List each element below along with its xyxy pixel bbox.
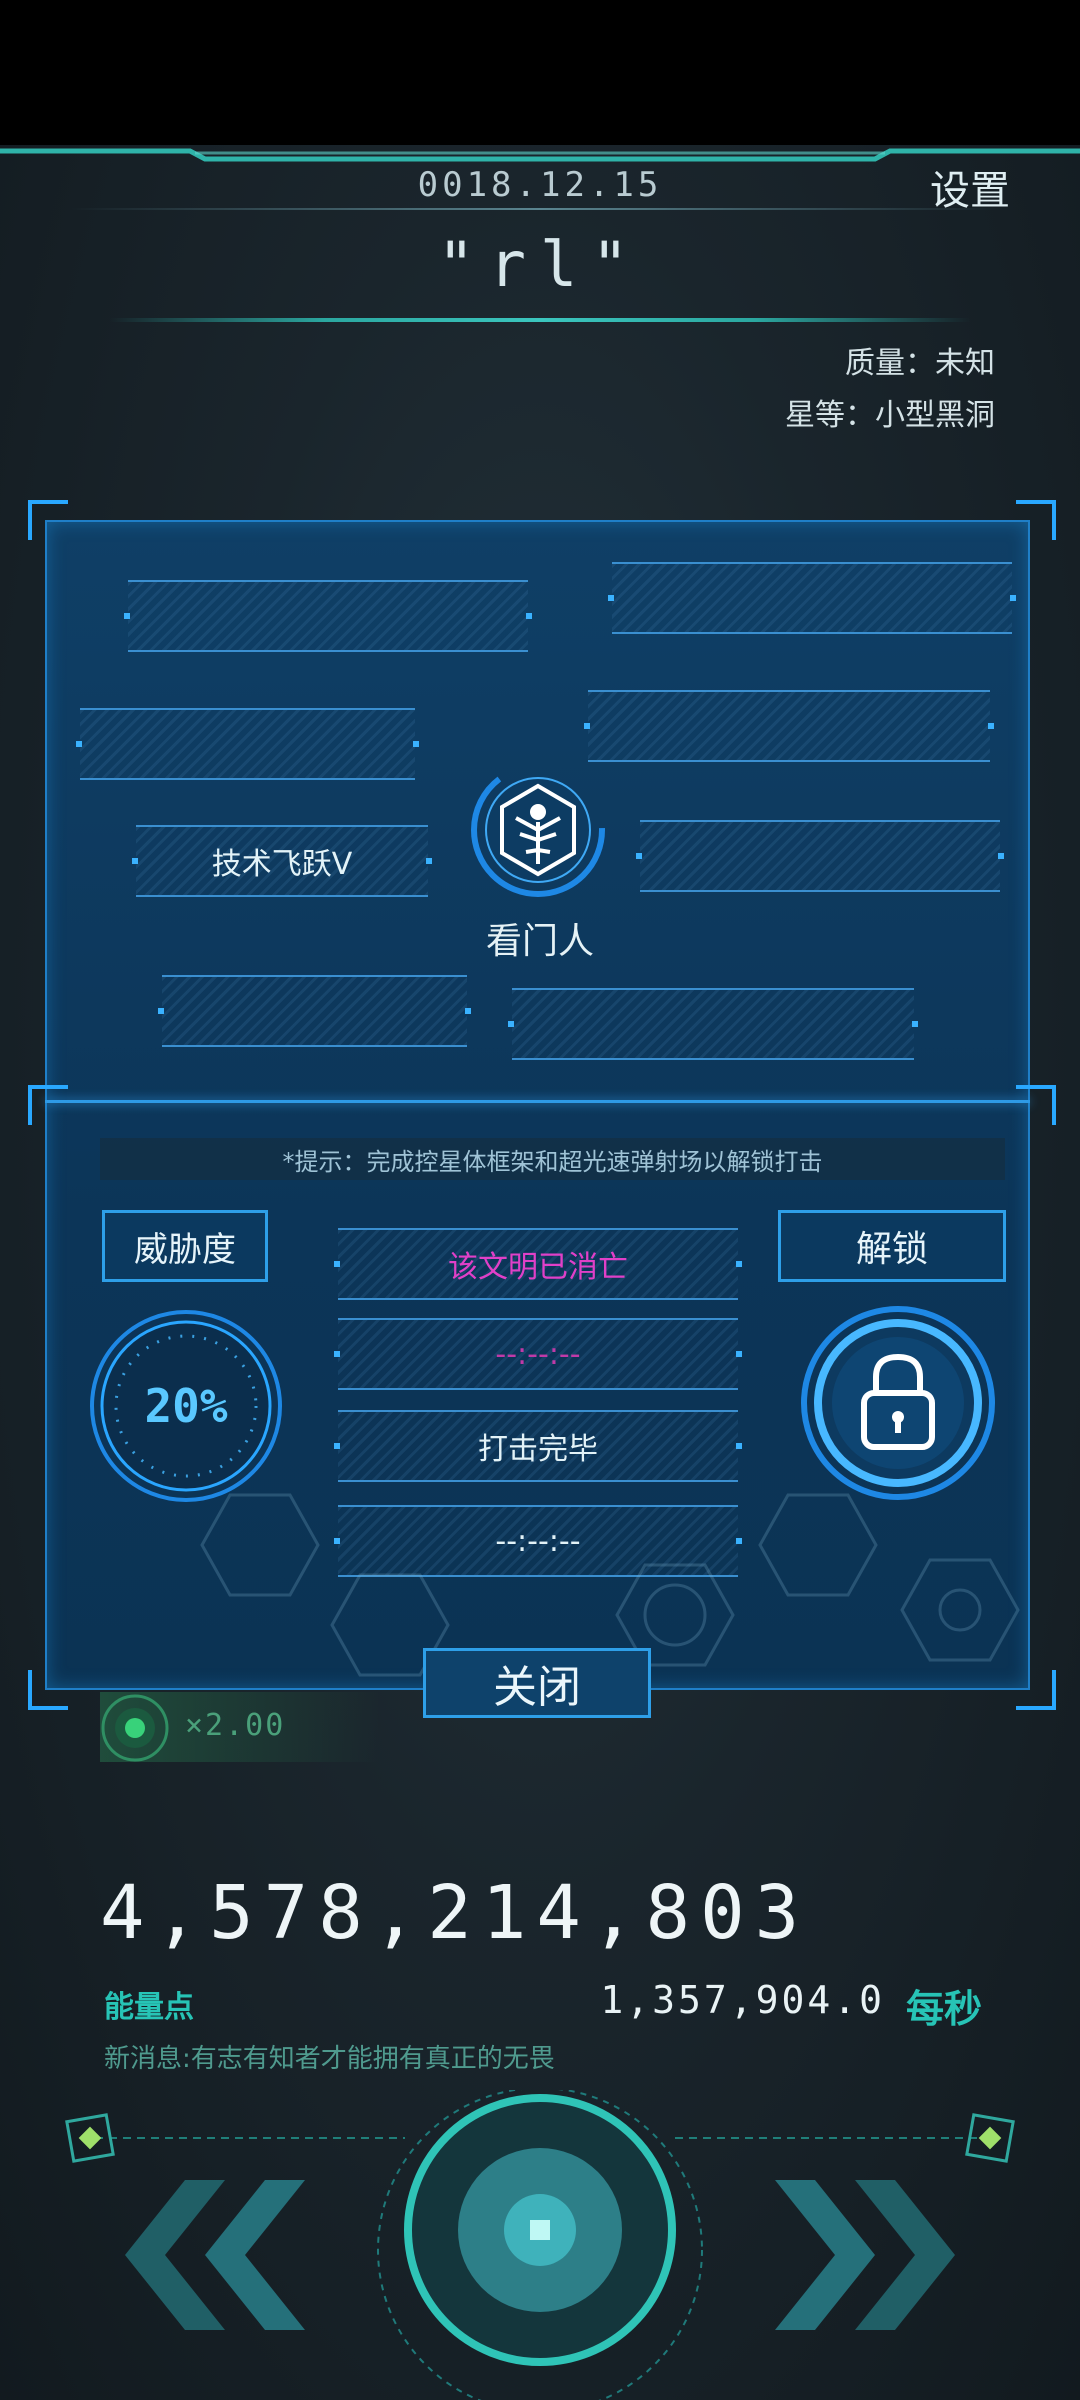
panel-corner	[28, 1670, 68, 1710]
header-divider	[70, 208, 1010, 210]
panel-corner	[1016, 1670, 1056, 1710]
tech-slot[interactable]	[508, 988, 918, 1060]
tech-slot[interactable]	[124, 580, 532, 652]
unlock-hint: *提示：完成控星体框架和超光速弹射场以解锁打击	[100, 1138, 1005, 1180]
prev-arrows-icon[interactable]	[125, 2180, 305, 2330]
tech-slot-warp[interactable]: 技术飞跃V	[132, 825, 432, 897]
tech-slot[interactable]	[636, 820, 1004, 892]
multiplier-value: ×2.00	[185, 1708, 286, 1743]
hex-decoration	[758, 1493, 878, 1597]
threat-label: 威胁度	[102, 1210, 268, 1282]
title-divider	[110, 318, 970, 322]
star-class-info: 星等：小型黑洞	[785, 398, 995, 433]
gatekeeper-emblem-icon	[471, 763, 605, 897]
status-strike: 打击完毕	[334, 1410, 742, 1482]
center-core-icon[interactable]	[377, 2090, 703, 2400]
energy-label: 能量点	[104, 1990, 194, 2025]
panel-corner	[28, 1085, 68, 1125]
quality-info: 质量：未知	[845, 346, 995, 381]
bottom-navigation	[65, 2090, 1015, 2400]
hex-decoration	[900, 1558, 1020, 1662]
radar-icon[interactable]	[100, 1693, 170, 1763]
energy-value: 4,578,214,803	[100, 1870, 810, 1956]
tech-slot[interactable]	[584, 690, 994, 762]
star-name: "rl"	[437, 228, 643, 301]
lock-icon[interactable]	[800, 1305, 996, 1501]
panel-corner	[28, 500, 68, 540]
panel-corner	[1016, 500, 1056, 540]
tech-slot[interactable]	[76, 708, 419, 780]
close-button[interactable]: 关闭	[423, 1648, 651, 1718]
tech-slot[interactable]	[158, 975, 471, 1047]
threat-value: 20%	[144, 1379, 228, 1433]
hex-decoration	[200, 1493, 320, 1597]
rate-unit: 每秒	[905, 1987, 982, 2031]
diamond-node-left-icon	[65, 2113, 115, 2163]
status-timer: --:--:--	[334, 1318, 742, 1390]
status-civilization: 该文明已消亡	[334, 1228, 742, 1300]
rate-value: 1,357,904.0	[600, 1978, 885, 2022]
status-bar	[0, 0, 1080, 145]
gatekeeper-label: 看门人	[485, 921, 594, 962]
unlock-button[interactable]: 解锁	[778, 1210, 1006, 1282]
news-ticker: 新消息:有志有知者才能拥有真正的无畏	[104, 2044, 555, 2074]
panel-divider	[45, 1100, 1030, 1103]
game-date: 0018.12.15	[417, 165, 663, 205]
panel-corner	[1016, 1085, 1056, 1125]
next-arrows-icon[interactable]	[775, 2180, 955, 2330]
tech-slot[interactable]	[608, 562, 1016, 634]
